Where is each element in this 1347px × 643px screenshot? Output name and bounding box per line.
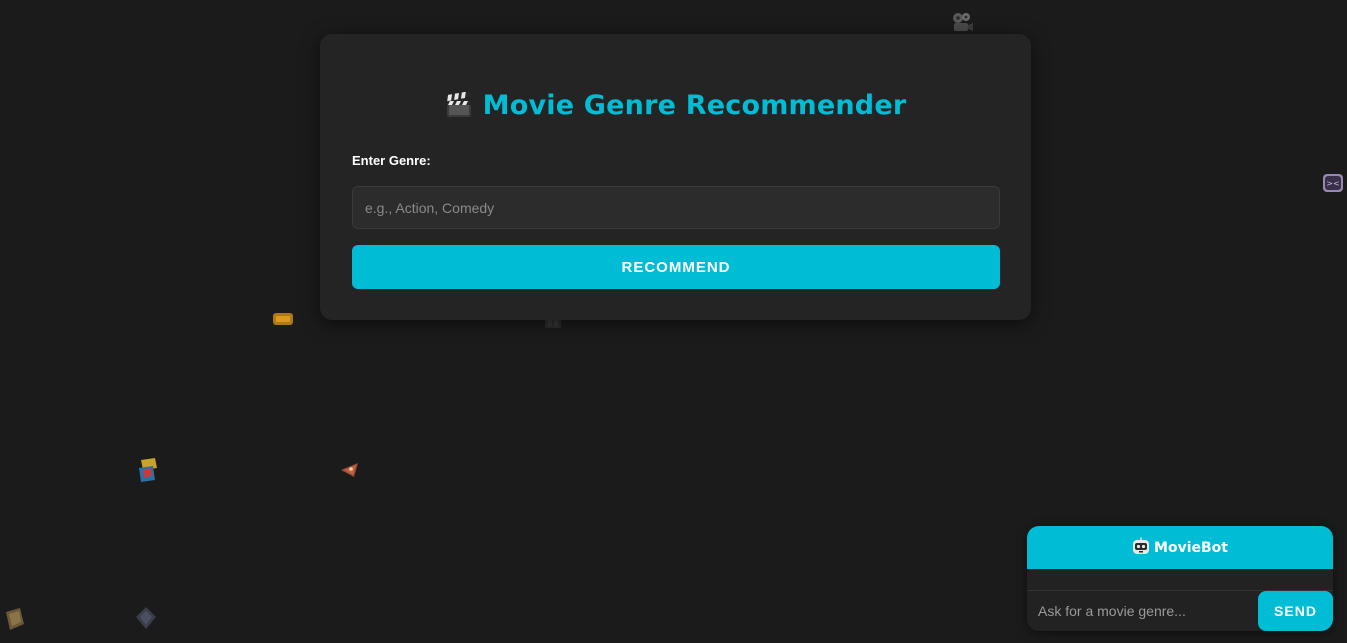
film-reel-icon (136, 607, 156, 629)
robot-face-icon (1133, 537, 1150, 554)
film-projector-icon (953, 13, 973, 31)
recommend-button[interactable]: RECOMMEND (352, 245, 1000, 289)
clapper-board-icon (445, 92, 471, 117)
film-box-icon (6, 608, 24, 630)
game-controller-icon: >< (1323, 174, 1343, 192)
chatbot-header: MovieBot (1027, 526, 1333, 569)
genre-label: Enter Genre: (352, 153, 431, 168)
chatbot-title: MovieBot (1154, 540, 1228, 556)
page-title: Movie Genre Recommender (482, 90, 907, 121)
chatbot-widget: MovieBot SEND (1027, 526, 1333, 631)
page-background: >< Movie Genre Recommender Enter Genre: … (0, 0, 1347, 643)
chatbot-input[interactable] (1027, 591, 1255, 631)
chatbot-messages (1027, 569, 1333, 591)
genre-input[interactable] (352, 186, 1000, 229)
send-button[interactable]: SEND (1258, 591, 1333, 631)
ticket-icon (273, 313, 293, 325)
pizza-slice-icon (341, 463, 358, 477)
popcorn-icon (139, 458, 157, 482)
recommender-card: Movie Genre Recommender Enter Genre: REC… (320, 34, 1031, 320)
title-row: Movie Genre Recommender (320, 88, 1031, 128)
svg-text:><: >< (1326, 179, 1339, 188)
